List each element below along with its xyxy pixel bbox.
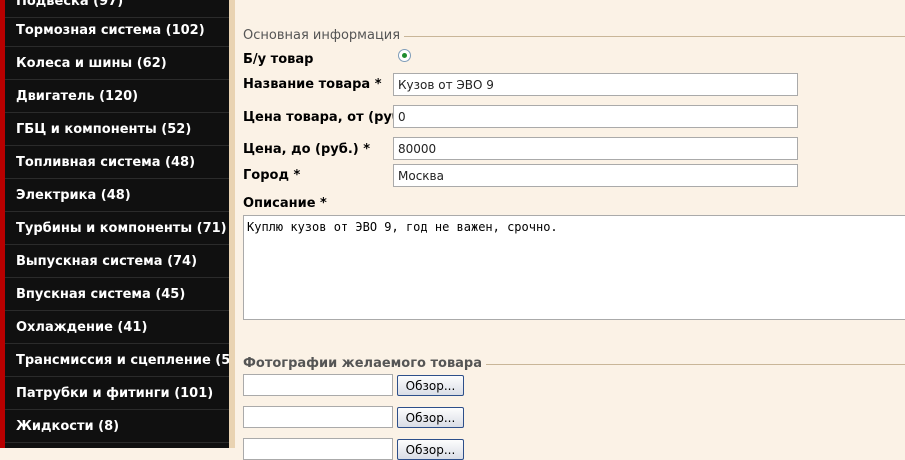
sidebar-item-fuel[interactable]: Топливная система (48) [5,146,229,179]
description-textarea[interactable]: Куплю кузов от ЭВО 9, год не важен, сроч… [243,215,905,320]
browse-button-1[interactable]: Обзор... [397,375,464,396]
name-input[interactable] [393,73,798,96]
description-label: Описание * [243,196,327,211]
photo-file-field-3[interactable] [243,438,393,460]
sidebar-item-engine[interactable]: Двигатель (120) [5,80,229,113]
photo-file-field-2[interactable] [243,406,393,428]
sidebar-item-wheels[interactable]: Колеса и шины (62) [5,47,229,80]
city-input[interactable] [393,164,798,187]
price-to-label: Цена, до (руб.) * [243,142,371,157]
main-content: Основная информация Б/у товар Название т… [235,0,905,460]
browse-button-3[interactable]: Обзор... [397,439,464,460]
used-label: Б/у товар [243,52,314,67]
sidebar-item-fluids[interactable]: Жидкости (8) [5,410,229,443]
used-radio[interactable] [398,49,411,62]
city-label: Город * [243,168,301,183]
sidebar-item-electrics[interactable]: Электрика (48) [5,179,229,212]
price-from-input[interactable] [393,105,798,128]
name-label: Название товара * [243,77,382,92]
sidebar-item-cooling[interactable]: Охлаждение (41) [5,311,229,344]
price-to-input[interactable] [393,137,798,160]
sidebar-item-exhaust[interactable]: Выпускная система (74) [5,245,229,278]
sidebar-item-brakes[interactable]: Тормозная система (102) [5,14,229,47]
sidebar-item-hoses[interactable]: Патрубки и фитинги (101) [5,377,229,410]
sidebar-item-turbo[interactable]: Турбины и компоненты (71) [5,212,229,245]
sidebar-item-intake[interactable]: Впускная система (45) [5,278,229,311]
section-title-photos: Фотографии желаемого товара [243,356,487,371]
section-title-main: Основная информация [243,28,405,43]
photo-file-field-1[interactable] [243,374,393,396]
sidebar-item-cylinder-head[interactable]: ГБЦ и компоненты (52) [5,113,229,146]
browse-button-2[interactable]: Обзор... [397,407,464,428]
price-from-label: Цена товара, от (руб.) [243,110,412,125]
category-sidebar: Подвеска (97) Тормозная система (102) Ко… [0,0,229,448]
sidebar-item-transmission[interactable]: Трансмиссия и сцепление (55) [5,344,229,377]
